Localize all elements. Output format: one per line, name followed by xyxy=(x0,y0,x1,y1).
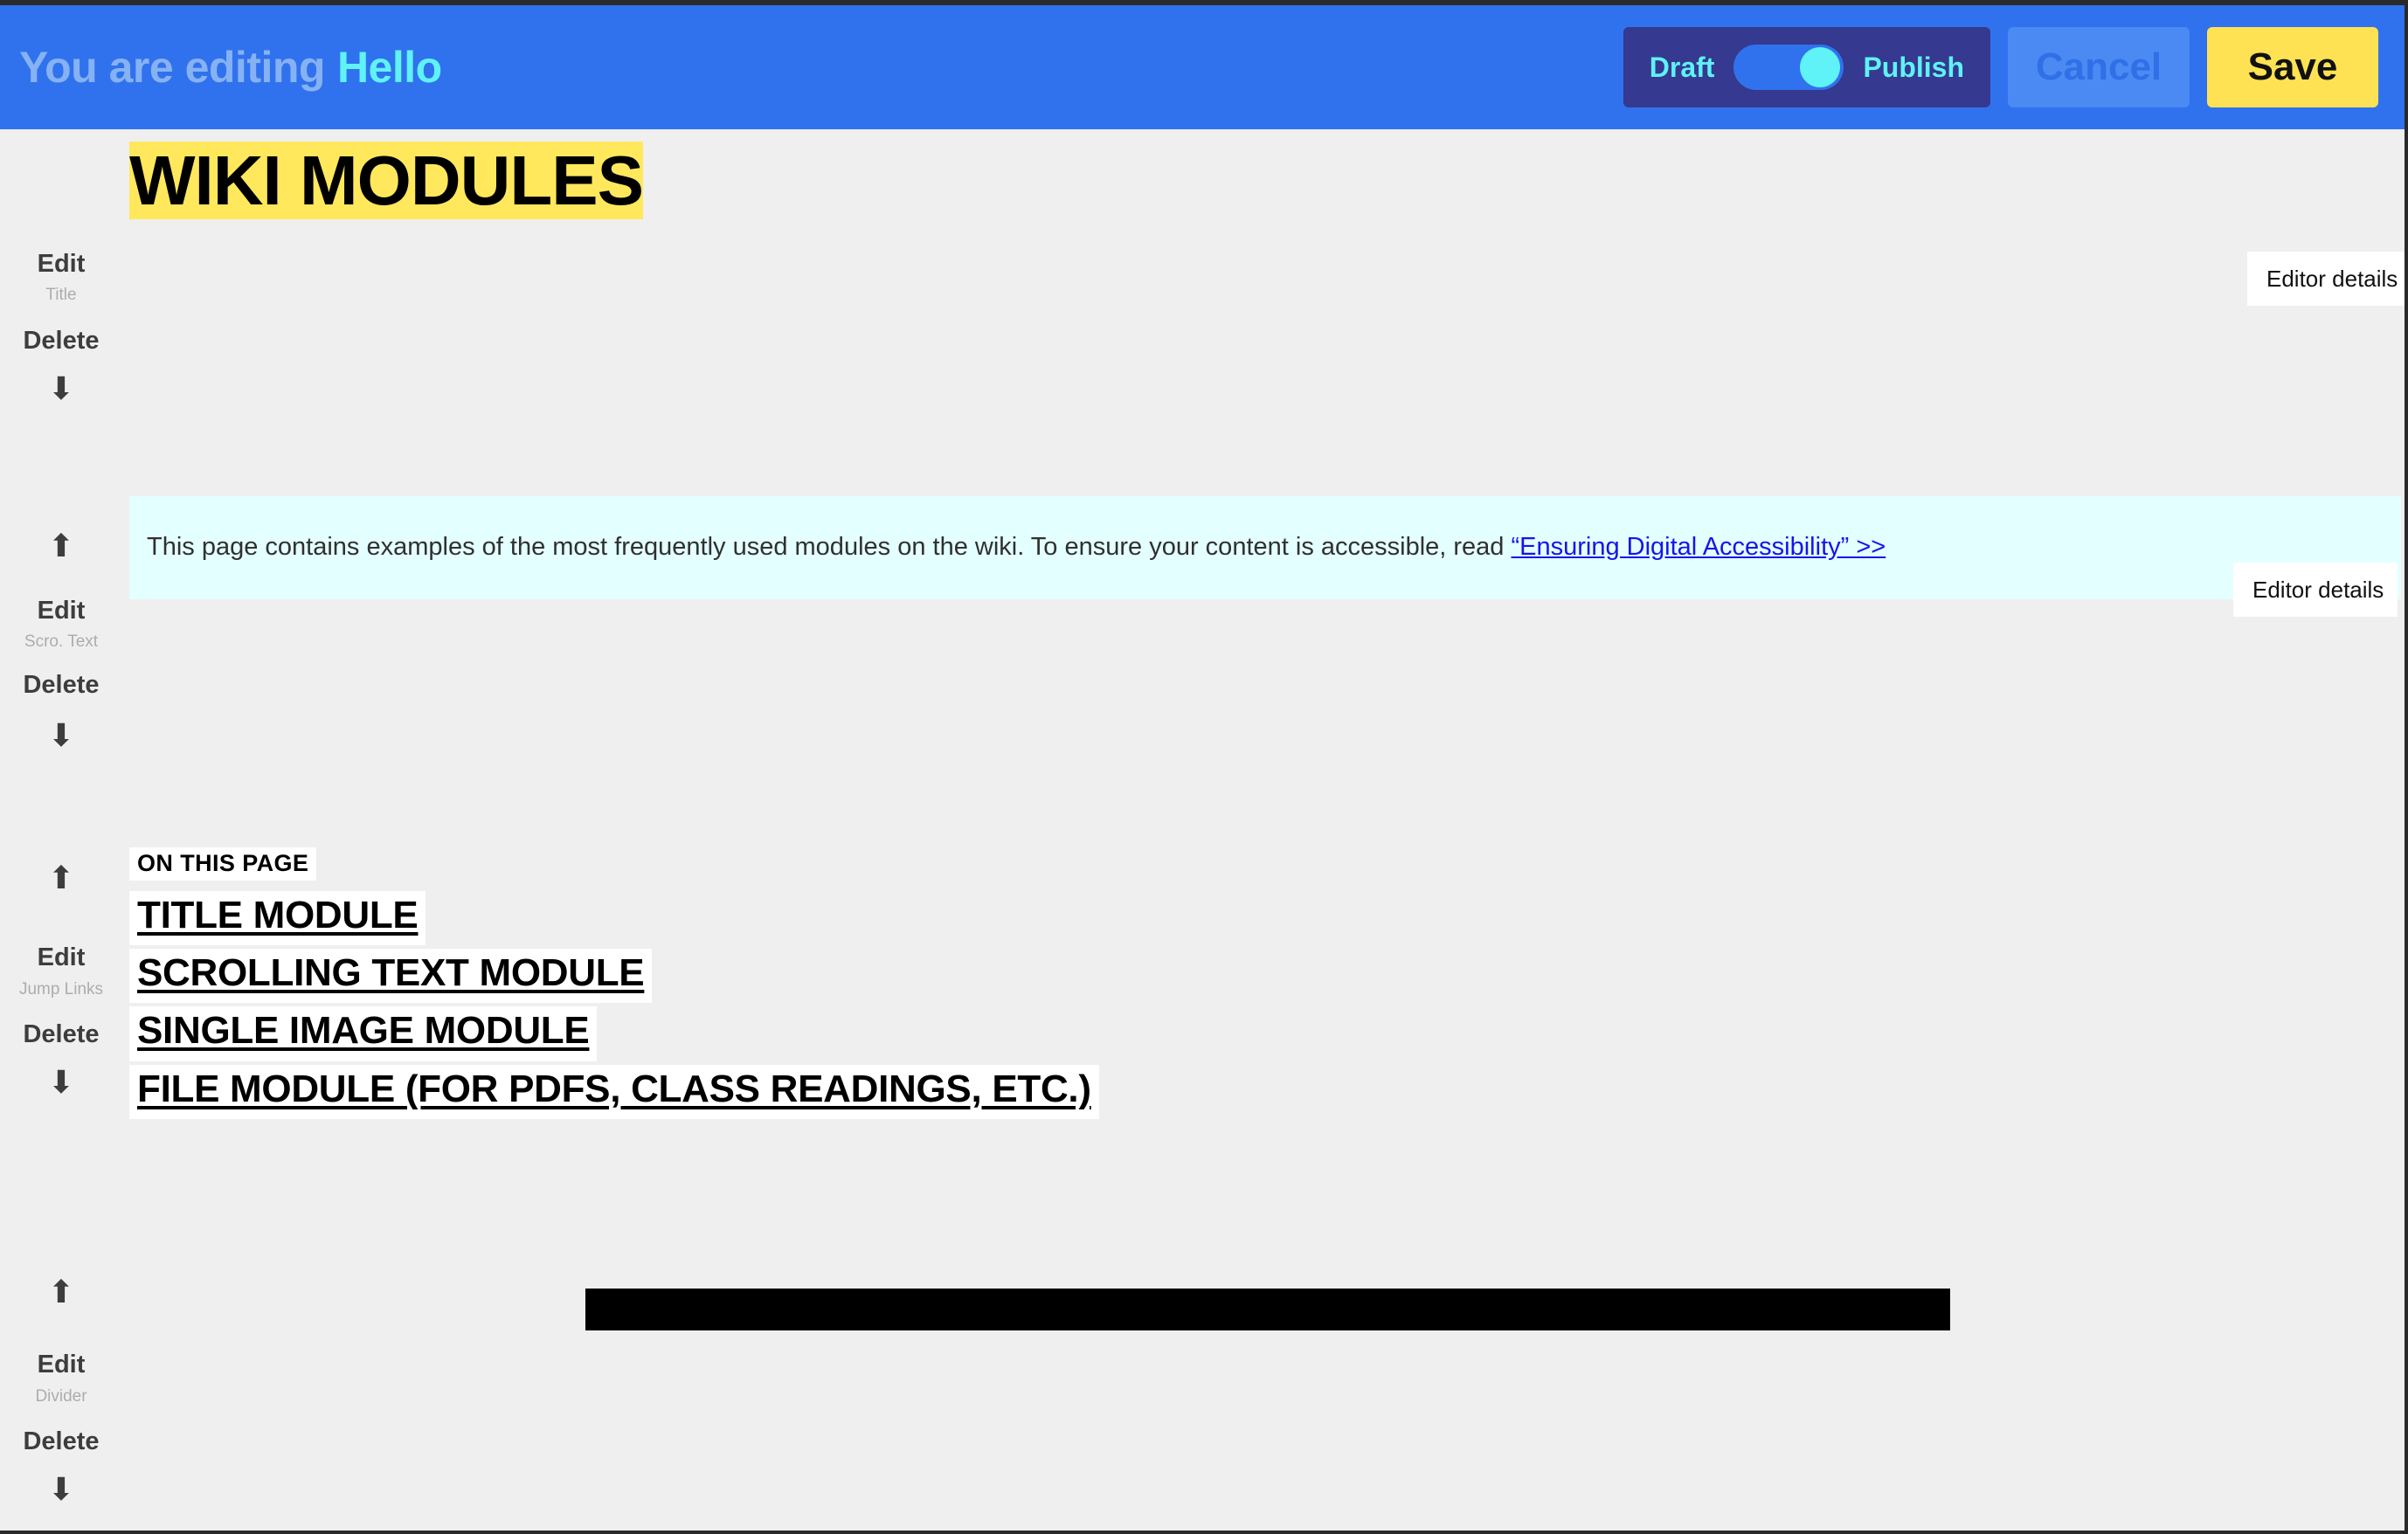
arrow-down-icon[interactable]: ⬇ xyxy=(0,721,122,752)
edit-button-divider[interactable]: Edit xyxy=(0,1352,122,1378)
jump-link-file-module[interactable]: FILE MODULE (FOR PDFS, CLASS READINGS, E… xyxy=(129,1064,1099,1119)
editing-toolbar: You are editing Hello Draft Publish Cance… xyxy=(0,0,2405,129)
editing-lead-text: You are editing xyxy=(19,43,325,92)
module-divider: ⬆ Edit Divider Delete ⬇ xyxy=(0,1249,2405,1531)
draft-publish-toggle-group[interactable]: Draft Publish xyxy=(1623,27,1990,107)
module-scrolling-text: ⬆ Edit Scro. Text Delete ⬇ This page con… xyxy=(0,454,2405,839)
wiki-editor-page: You are editing Hello Draft Publish Cance… xyxy=(0,0,2408,1534)
accessibility-link[interactable]: “Ensuring Digital Accessibility” >> xyxy=(1511,533,1886,561)
module-body-title: WIKI MODULES xyxy=(129,142,2226,220)
delete-button-jump-links[interactable]: Delete xyxy=(0,1022,122,1047)
module-controls-divider: ⬆ Edit Divider Delete ⬇ xyxy=(0,1249,122,1531)
draft-label: Draft xyxy=(1649,52,1715,83)
module-controls-title: Edit Title Delete ⬇ xyxy=(0,129,122,453)
arrow-up-icon[interactable]: ⬆ xyxy=(0,1277,122,1309)
scrolling-text-box: This page contains examples of the most … xyxy=(129,496,2401,599)
draft-publish-toggle[interactable] xyxy=(1733,45,1844,90)
jump-link-title-module[interactable]: TITLE MODULE xyxy=(129,891,426,946)
save-button[interactable]: Save xyxy=(2207,27,2378,107)
editing-page-name: Hello xyxy=(336,43,442,92)
module-jump-links: ⬆ Edit Jump Links Delete ⬇ ON THIS PAGE … xyxy=(0,839,2405,1249)
edit-button-scrolling-text[interactable]: Edit xyxy=(0,598,122,624)
edit-button-title[interactable]: Edit xyxy=(0,252,122,277)
arrow-down-icon[interactable]: ⬇ xyxy=(0,1475,122,1506)
editing-toolbar-actions: Draft Publish Cancel Save xyxy=(1623,27,2391,107)
toggle-knob xyxy=(1800,47,1841,87)
arrow-up-icon[interactable]: ⬆ xyxy=(0,863,122,895)
editor-details-scrolling-text[interactable]: Editor details xyxy=(2233,563,2398,617)
jump-link-scrolling-text-module[interactable]: SCROLLING TEXT MODULE xyxy=(129,949,653,1004)
arrow-up-icon[interactable]: ⬆ xyxy=(0,531,122,563)
arrow-down-icon[interactable]: ⬇ xyxy=(0,374,122,405)
module-type-label-divider: Divider xyxy=(35,1387,87,1406)
editor-details-title[interactable]: Editor details xyxy=(2247,252,2405,306)
publish-label: Publish xyxy=(1863,52,1964,83)
edit-button-jump-links[interactable]: Edit xyxy=(0,945,122,971)
delete-button-divider[interactable]: Delete xyxy=(0,1429,122,1455)
module-body-jump-links: ON THIS PAGE TITLE MODULE SCROLLING TEXT… xyxy=(129,847,2226,1119)
delete-button-scrolling-text[interactable]: Delete xyxy=(0,673,122,698)
scrolling-text-lead: This page contains examples of the most … xyxy=(147,533,1512,562)
module-body-scrolling-text: This page contains examples of the most … xyxy=(129,496,2401,599)
module-type-label-jump-links: Jump Links xyxy=(18,980,104,998)
jump-links-heading: ON THIS PAGE xyxy=(129,847,317,881)
module-type-label-scrolling-text: Scro. Text xyxy=(24,632,99,651)
editing-title: You are editing Hello xyxy=(19,45,442,89)
scrolling-text-content: This page contains examples of the most … xyxy=(147,530,1886,564)
delete-button-title[interactable]: Delete xyxy=(0,328,122,354)
jump-link-single-image-module[interactable]: SINGLE IMAGE MODULE xyxy=(129,1006,598,1061)
cancel-button[interactable]: Cancel xyxy=(2008,27,2190,107)
arrow-down-icon[interactable]: ⬇ xyxy=(0,1068,122,1099)
module-title: Edit Title Delete ⬇ WIKI MODULES Editor … xyxy=(0,129,2405,453)
module-controls-scrolling-text: ⬆ Edit Scro. Text Delete ⬇ xyxy=(0,454,122,839)
module-type-label-title: Title xyxy=(45,286,77,304)
module-controls-jump-links: ⬆ Edit Jump Links Delete ⬇ xyxy=(0,839,122,1249)
module-body-divider xyxy=(585,1289,1950,1330)
page-title: WIKI MODULES xyxy=(129,142,644,219)
divider-bar xyxy=(585,1289,1950,1330)
